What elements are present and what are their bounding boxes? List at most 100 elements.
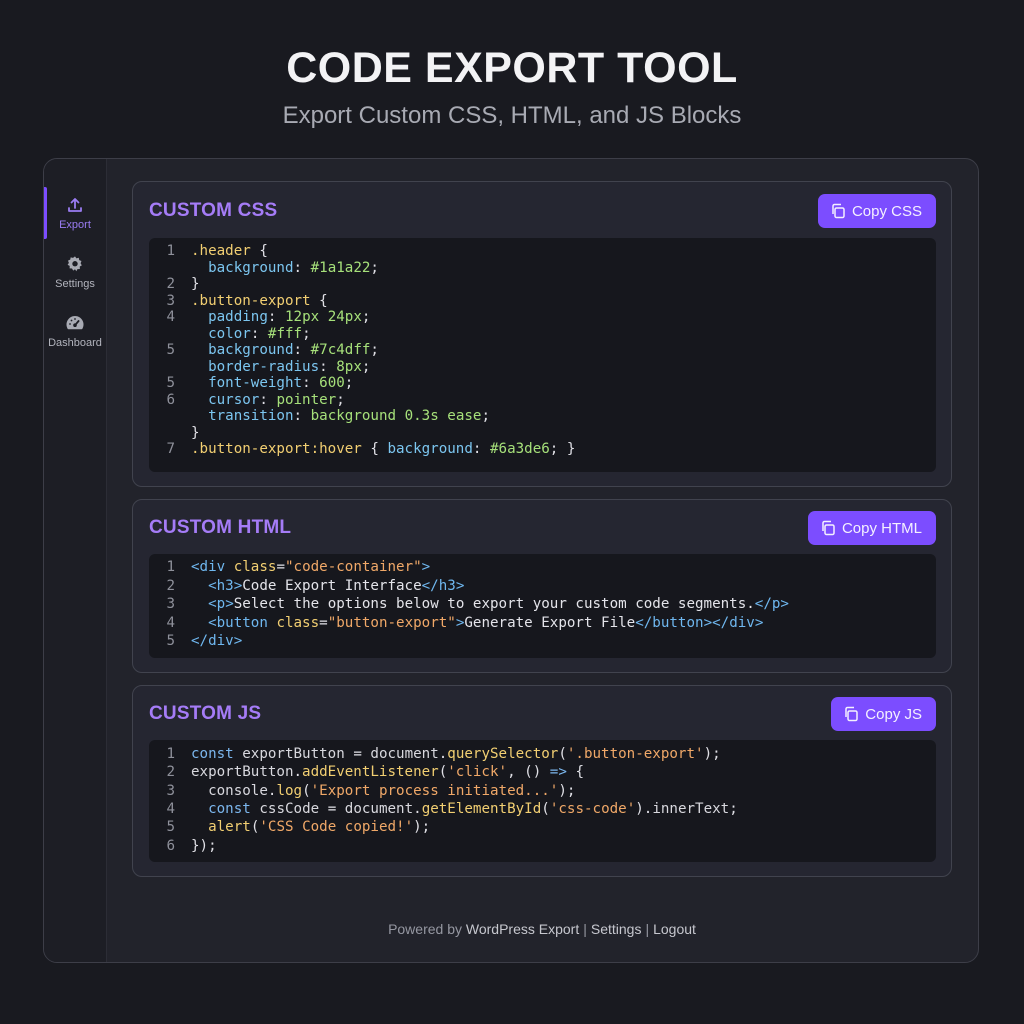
css-card: CUSTOM CSS Copy CSS 1 .header { backgroun… [132,181,952,487]
code-line: 4 <button class="button-export">Generate… [149,614,936,633]
code-text: .button-export { [191,292,328,309]
app-window: Export Settings Dashboard CUSTOM CSS Cop… [43,158,979,963]
sidebar-item-dashboard[interactable]: Dashboard [44,305,106,357]
code-text: <p>Select the options below to export yo… [208,596,789,612]
page-title: CODE EXPORT TOOL [286,44,738,92]
code-line: 2} [149,276,936,293]
code-text: const cssCode = document.getElementById(… [208,800,738,817]
footer: Powered by WordPress Export | Settings | Log… [106,921,978,937]
code-line: 1 <div class="code-container"> [149,558,936,577]
line-number: 4 [166,800,175,817]
line-number: 6 [166,391,175,408]
code-line: 5 alert('CSS Code copied!'); [149,818,936,836]
code-line: 5 font-weight: 600; [149,375,936,392]
code-text: exportButton.addEventListener('click', (… [191,764,584,781]
code-text: alert('CSS Code copied!'); [208,819,431,836]
sidebar-item-label: Settings [55,277,95,290]
code-text: transition: background 0.3s ease; [208,408,490,424]
code-text: } [191,424,200,441]
line-number: 4 [166,614,175,631]
line-number: 1 [166,559,175,575]
speedometer-icon [66,315,84,329]
code-text: font-weight: 600; [208,375,354,391]
code-line: 2 exportButton.addEventListener('click', … [149,763,936,781]
card-title: CUSTOM JS [149,703,262,724]
code-line: 1 const exportButton = document.querySele… [149,745,936,763]
copy-icon [822,520,835,536]
html-code-block[interactable]: 1 <div class="code-container"> 2 <h3>Code … [149,554,936,658]
line-number: 4 [166,309,175,325]
line-number: 2 [166,764,175,781]
sidebar-item-label: Dashboard [48,336,102,349]
code-line: border-radius: 8px; [149,359,936,376]
code-line: 7 .button-export:hover { background: #6a3… [149,441,936,458]
copy-js-label: Copy JS [865,705,922,723]
code-text: color: #fff; [208,325,311,342]
copy-css-label: Copy CSS [851,202,922,220]
footer-link-wordpress-export[interactable]: WordPress Export [466,921,579,937]
code-text: cursor: pointer; [208,391,345,408]
card-title: CUSTOM CSS [149,200,278,221]
sidebar-item-export[interactable]: Export [44,187,106,239]
footer-prefix: Powered by [388,921,462,937]
code-text: .header { [191,243,268,259]
copy-icon [832,203,845,219]
code-line: 5 background: #7c4dff; [149,342,936,359]
copy-html-label: Copy HTML [841,519,922,537]
code-text: background: #1a1a22; [208,259,379,276]
code-text: console.log('Export process initiated...… [208,782,576,799]
code-line: 2 <h3>Code Export Interface</h3> [149,577,936,596]
card-title: CUSTOM HTML [149,517,292,538]
code-line: 1 .header { [149,243,936,260]
copy-icon [845,706,859,722]
line-number: 1 [166,746,175,762]
footer-link-logout[interactable]: Logout [653,921,696,937]
footer-separator: | [645,921,650,937]
copy-js-button[interactable]: Copy JS [831,697,936,731]
js-code-block[interactable]: 1 const exportButton = document.querySele… [149,740,936,862]
code-line: 3 <p>Select the options below to export … [149,595,936,614]
code-text: padding: 12px 24px; [208,309,371,325]
code-text: background: #7c4dff; [208,342,379,358]
line-number: 3 [166,292,175,309]
line-number: 5 [166,375,175,391]
line-number: 3 [166,596,175,612]
code-line: transition: background 0.3s ease; [149,408,936,425]
sidebar-item-label: Export [59,218,91,231]
css-code-block[interactable]: 1 .header { background: #1a1a22; 2} 3 .butto… [149,238,936,472]
code-text: <h3>Code Export Interface</h3> [208,577,465,594]
code-line: background: #1a1a22; [149,260,936,277]
code-line: 3 .button-export { [149,293,936,310]
code-line: 5 </div> [149,632,936,651]
line-number: 5 [166,633,175,649]
code-text: border-radius: 8px; [208,358,371,375]
code-line: } [149,425,936,442]
sidebar: Export Settings Dashboard [44,159,107,962]
footer-link-settings[interactable]: Settings [591,921,642,937]
code-text: </div> [191,633,243,649]
main-content: CUSTOM CSS Copy CSS 1 .header { backgroun… [106,159,978,962]
footer-separator: | [583,921,587,937]
gear-icon [67,255,82,271]
copy-html-button[interactable]: Copy HTML [807,511,936,545]
line-number: 3 [166,782,175,799]
upload-icon [68,197,82,212]
line-number: 2 [166,577,175,594]
code-text: const exportButton = document.querySelec… [191,746,721,762]
sidebar-item-settings[interactable]: Settings [44,246,106,298]
html-card: CUSTOM HTML Copy HTML 1 <div class="code-… [132,499,952,673]
code-text: }); [191,837,217,854]
page-subtitle: Export Custom CSS, HTML, and JS Blocks [282,102,742,129]
line-number: 6 [166,837,175,854]
line-number: 5 [166,342,175,358]
line-number: 2 [166,276,175,292]
line-number: 1 [166,243,175,259]
line-number: 7 [166,441,175,457]
copy-css-button[interactable]: Copy CSS [817,194,936,228]
code-text: <div class="code-container"> [191,559,431,575]
code-line: 3 console.log('Export process initiated.… [149,782,936,800]
line-number: 5 [166,819,175,836]
code-line: color: #fff; [149,326,936,343]
code-text: <button class="button-export">Generate E… [208,614,764,631]
code-line: 6}); [149,837,936,855]
